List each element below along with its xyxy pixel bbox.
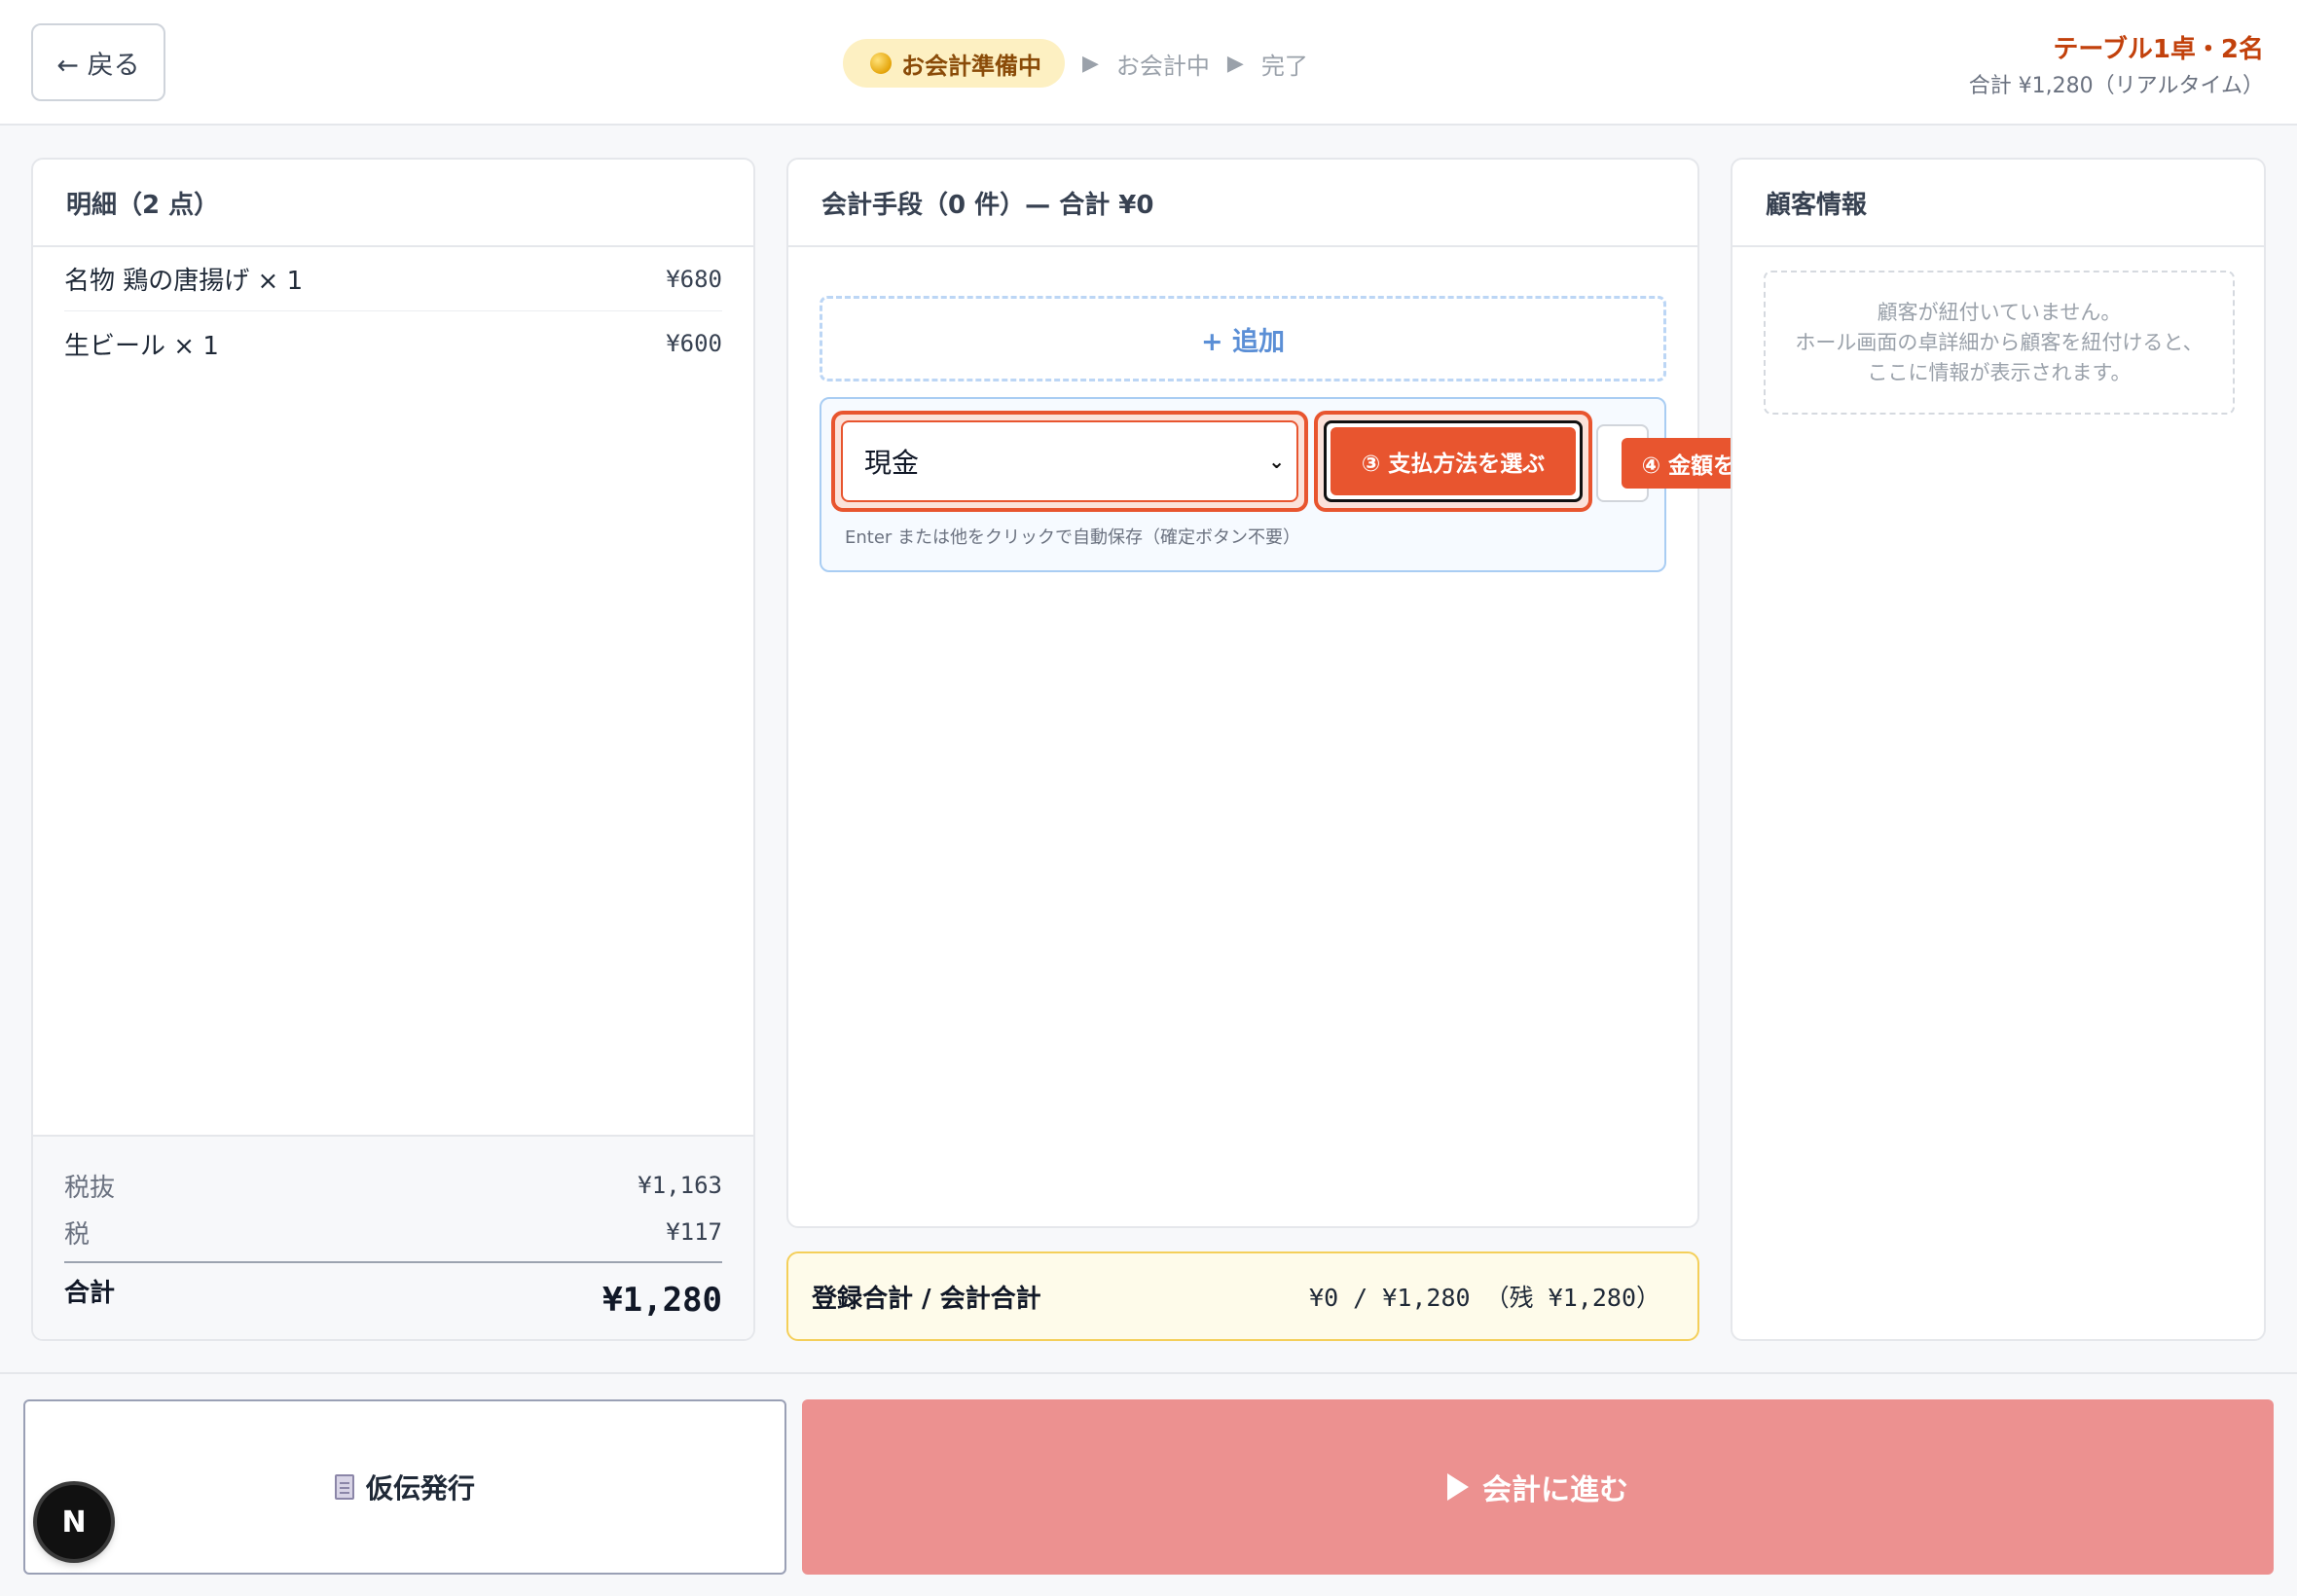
customer-panel: 顧客情報 顧客が紐付いていません。 ホール画面の卓詳細から顧客を紐付けると、 こ…	[1731, 158, 2266, 1341]
item-price: ¥600	[666, 330, 722, 357]
subtotal-row: 税抜 ¥1,163	[64, 1162, 722, 1209]
registered-totals-bar: 登録合計 / 会計合計 ¥0 / ¥1,280 （残 ¥1,280）	[786, 1251, 1699, 1341]
details-summary: 税抜 ¥1,163 税 ¥117 合計 ¥1,280	[33, 1135, 753, 1339]
total-value: ¥1,280	[602, 1281, 722, 1320]
subtotal-value: ¥1,163	[638, 1172, 722, 1199]
step-checkout: お会計中	[1115, 52, 1210, 80]
table-title: テーブル1卓・2名	[2053, 35, 2264, 64]
step-preparing-label: お会計準備中	[901, 52, 1041, 80]
total-row: 合計 ¥1,280	[64, 1261, 722, 1335]
list-item: 名物 鶏の唐揚げ × 1 ¥680	[64, 247, 722, 311]
back-button[interactable]: ← 戻る	[31, 23, 165, 101]
step-arrow-icon: ▶	[1226, 51, 1244, 76]
payment-title: 会計手段（0 件）— 合計 ¥0	[788, 160, 1697, 247]
details-title: 明細（2 点）	[33, 160, 753, 247]
payment-method-value: 現金	[864, 447, 920, 479]
tax-row: 税 ¥117	[64, 1209, 722, 1255]
action-footer: 仮伝発行 会計に進む	[0, 1372, 2297, 1596]
dev-tools-button[interactable]: N	[37, 1485, 111, 1559]
chevron-down-icon: ⌄	[1268, 450, 1285, 473]
proceed-label: 会計に進む	[1482, 1473, 1628, 1507]
autosave-hint: Enter または他をクリックで自動保存（確定ボタン不要）	[845, 527, 1301, 548]
customer-title: 顧客情報	[1732, 160, 2264, 247]
item-name: 生ビール × 1	[64, 331, 219, 361]
totals-label: 登録合計 / 会計合計	[812, 1284, 1041, 1314]
top-bar: ← 戻る お会計準備中 ▶ お会計中 ▶ 完了 テーブル1卓・2名 合計 ¥1,…	[0, 0, 2297, 126]
item-list: 名物 鶏の唐揚げ × 1 ¥680 生ビール × 1 ¥600	[33, 247, 753, 376]
no-customer-line: ここに情報が表示されます。	[1867, 360, 2132, 384]
proceed-to-checkout-button[interactable]: 会計に進む	[802, 1399, 2274, 1575]
add-payment-button[interactable]: + 追加	[820, 296, 1666, 381]
method-select-highlight: 現金 ⌄	[831, 411, 1308, 512]
totals-value: ¥0 / ¥1,280 （残 ¥1,280）	[1309, 1284, 1660, 1312]
no-customer-message: 顧客が紐付いていません。 ホール画面の卓詳細から顧客を紐付けると、 ここに情報が…	[1764, 271, 2235, 415]
progress-steps: お会計準備中 ▶ お会計中 ▶ 完了	[843, 39, 1308, 88]
payment-method-select[interactable]: 現金 ⌄	[841, 420, 1298, 502]
details-panel: 明細（2 点） 名物 鶏の唐揚げ × 1 ¥680 生ビール × 1 ¥600 …	[31, 158, 755, 1341]
step3-badge: ③ 支払方法を選ぶ	[1331, 427, 1576, 495]
no-customer-line: ホール画面の卓詳細から顧客を紐付けると、	[1795, 330, 2204, 354]
payment-panel: 会計手段（0 件）— 合計 ¥0 + 追加 現金 ⌄ ③ 支払方法を選ぶ ④ 金…	[786, 158, 1898, 1228]
amount-input-highlight: ③ 支払方法を選ぶ	[1314, 411, 1592, 512]
slip-label: 仮伝発行	[365, 1472, 475, 1505]
step-complete: 完了	[1260, 52, 1308, 80]
tax-value: ¥117	[666, 1218, 722, 1246]
play-icon	[1447, 1473, 1469, 1501]
total-label: 合計	[64, 1279, 116, 1308]
item-price: ¥680	[666, 265, 722, 293]
step-arrow-icon: ▶	[1082, 51, 1099, 76]
receipt-icon	[334, 1474, 354, 1500]
amount-input[interactable]: ③ 支払方法を選ぶ	[1324, 420, 1583, 502]
realtime-total: 合計 ¥1,280（リアルタイム）	[1968, 74, 2264, 98]
issue-provisional-slip-button[interactable]: 仮伝発行	[23, 1399, 786, 1575]
tax-label: 税	[64, 1219, 91, 1250]
step-preparing: お会計準備中	[843, 39, 1065, 88]
item-name: 名物 鶏の唐揚げ × 1	[64, 267, 304, 296]
subtotal-label: 税抜	[64, 1173, 116, 1203]
no-customer-line: 顧客が紐付いていません。	[1877, 300, 2122, 324]
list-item: 生ビール × 1 ¥600	[64, 311, 722, 376]
coin-icon	[870, 53, 892, 74]
payment-entry: 現金 ⌄ ③ 支払方法を選ぶ ④ 金額を入れて Enter Enter または他…	[820, 397, 1898, 572]
